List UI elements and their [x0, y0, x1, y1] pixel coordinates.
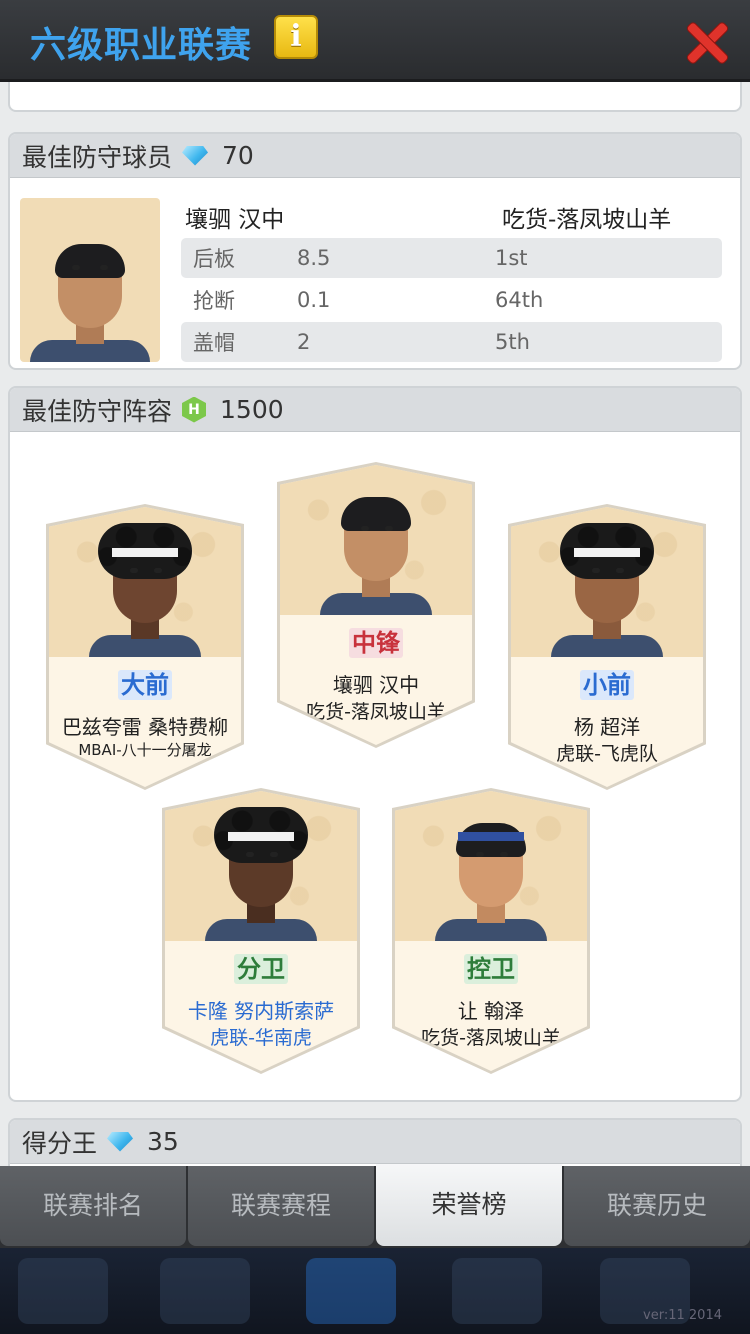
nav-icon[interactable] — [452, 1258, 542, 1324]
reward-value: 35 — [147, 1127, 179, 1156]
player-name: 卡隆 努内斯索萨 — [187, 999, 335, 1023]
player-name: 巴兹夸雷 桑特费柳 — [61, 715, 229, 739]
player-team: 吃货-落凤坡山羊 — [421, 1027, 561, 1049]
stat-row: 盖帽 2 5th — [181, 322, 722, 362]
player-portrait[interactable] — [20, 198, 160, 362]
best-defensive-lineup-panel: 最佳防守阵容 H 1500 大前 巴兹夸雷 桑特费柳 MBAI-八十一分屠龙 中… — [8, 386, 742, 1102]
stat-rank: 5th — [495, 330, 530, 354]
tab-honor-list[interactable]: 荣誉榜 — [376, 1164, 562, 1246]
player-portrait — [511, 507, 703, 657]
stat-label: 盖帽 — [193, 331, 235, 355]
diamond-gem-icon — [182, 145, 209, 166]
stat-row: 抢断 0.1 64th — [181, 280, 722, 320]
stat-label: 后板 — [193, 247, 235, 271]
player-card-small-forward[interactable]: 小前 杨 超洋 虎联-飞虎队 — [508, 504, 706, 790]
player-portrait — [165, 791, 357, 941]
panel-title: 最佳防守阵容 — [22, 396, 173, 426]
player-portrait — [395, 791, 587, 941]
player-name[interactable]: 壤驷 汉中 — [185, 200, 284, 234]
scoring-leader-panel: 得分王 35 — [8, 1118, 742, 1167]
stat-value: 8.5 — [297, 246, 331, 270]
close-icon[interactable] — [684, 20, 730, 66]
reward-value: 70 — [222, 141, 254, 170]
info-icon[interactable]: i — [274, 15, 318, 59]
stats-table: 后板 8.5 1st 抢断 0.1 64th 盖帽 2 5th — [181, 238, 722, 364]
version-label: ver:11 2014 — [643, 1308, 722, 1323]
previous-panel — [8, 82, 742, 112]
player-team: MBAI-八十一分屠龙 — [78, 741, 212, 759]
tab-league-schedule[interactable]: 联赛赛程 — [188, 1166, 374, 1246]
honor-list-content[interactable]: 最佳防守球员 70 壤驷 汉中 吃货-落凤坡山羊 后板 8.5 1st 抢断 0… — [0, 82, 750, 1167]
position-label: 大前 — [49, 665, 241, 700]
top-bar: 六级职业联赛 i — [0, 0, 750, 82]
player-portrait — [280, 465, 472, 615]
position-label: 分卫 — [165, 949, 357, 984]
bottom-nav: ver:11 2014 — [0, 1248, 750, 1334]
nav-icon[interactable] — [306, 1258, 396, 1324]
tab-bar: 联赛排名 联赛赛程 荣誉榜 联赛历史 — [0, 1164, 750, 1248]
player-name: 让 翰泽 — [457, 999, 525, 1023]
best-defensive-player-panel: 最佳防守球员 70 壤驷 汉中 吃货-落凤坡山羊 后板 8.5 1st 抢断 0… — [8, 132, 742, 370]
tab-league-history[interactable]: 联赛历史 — [564, 1166, 750, 1246]
panel-header: 得分王 35 — [10, 1120, 740, 1164]
player-name: 杨 超洋 — [573, 715, 641, 739]
position-label: 小前 — [511, 665, 703, 700]
player-portrait — [49, 507, 241, 657]
diamond-gem-icon — [107, 1131, 134, 1152]
panel-title: 最佳防守球员 — [22, 142, 173, 172]
player-card-point-guard[interactable]: 控卫 让 翰泽 吃货-落凤坡山羊 — [392, 788, 590, 1074]
reward-value: 1500 — [220, 395, 284, 424]
player-name: 壤驷 汉中 — [332, 673, 420, 697]
nav-icon[interactable] — [160, 1258, 250, 1324]
position-label: 中锋 — [280, 623, 472, 658]
stat-rank: 64th — [495, 288, 544, 312]
player-team: 虎联-华南虎 — [210, 1027, 312, 1049]
position-label: 控卫 — [395, 949, 587, 984]
player-team[interactable]: 吃货-落凤坡山羊 — [502, 200, 671, 234]
hexagon-h-icon: H — [182, 396, 207, 423]
player-card-power-forward[interactable]: 大前 巴兹夸雷 桑特费柳 MBAI-八十一分屠龙 — [46, 504, 244, 790]
nav-icon[interactable] — [18, 1258, 108, 1324]
panel-header: 最佳防守阵容 H 1500 — [10, 388, 740, 432]
stat-row: 后板 8.5 1st — [181, 238, 722, 278]
player-team: 虎联-飞虎队 — [556, 743, 658, 765]
stat-label: 抢断 — [193, 289, 235, 313]
player-card-shooting-guard[interactable]: 分卫 卡隆 努内斯索萨 虎联-华南虎 — [162, 788, 360, 1074]
page-title: 六级职业联赛 — [30, 25, 253, 66]
stat-rank: 1st — [495, 246, 528, 270]
player-team: 吃货-落凤坡山羊 — [306, 701, 446, 723]
panel-title: 得分王 — [22, 1128, 98, 1158]
stat-value: 2 — [297, 330, 311, 354]
stat-value: 0.1 — [297, 288, 331, 312]
panel-header: 最佳防守球员 70 — [10, 134, 740, 178]
player-card-center[interactable]: 中锋 壤驷 汉中 吃货-落凤坡山羊 — [277, 462, 475, 748]
tab-league-ranking[interactable]: 联赛排名 — [0, 1166, 186, 1246]
